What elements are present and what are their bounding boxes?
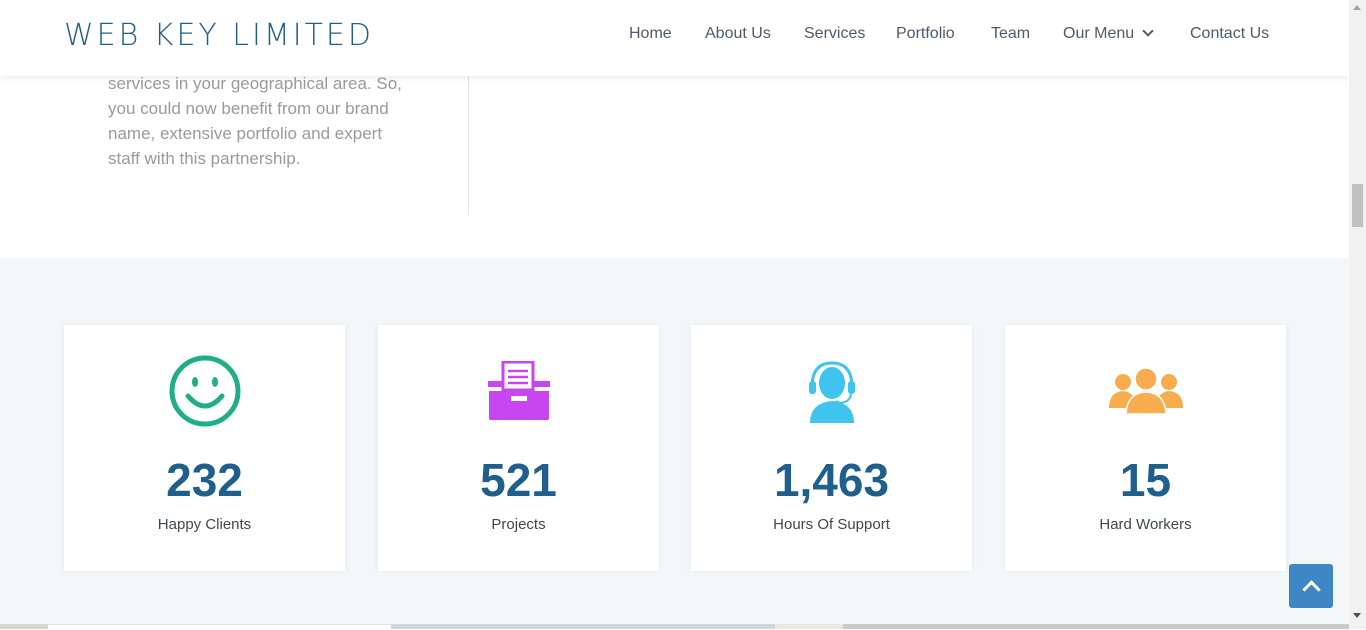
nav-portfolio[interactable]: Portfolio [896,25,955,43]
folder-icon [378,353,659,429]
nav-our-menu[interactable]: Our Menu [1063,25,1154,43]
counter-label: Hours Of Support [773,516,890,533]
about-paragraph: services in your geographical area. So, … [108,71,418,171]
nav-about-us[interactable]: About Us [705,25,771,43]
counter-number: 1,463 [773,454,890,506]
main-nav: Home About Us Services Portfolio Team Ou… [0,25,1349,49]
counter-label: Happy Clients [157,516,252,533]
about-line: name, extensive portfolio and expert [108,124,383,143]
column-divider [468,60,469,215]
next-section-image [0,624,48,629]
site-header: WEB KEY LIMITED Home About Us Services P… [0,0,1349,76]
team-icon [1005,353,1286,429]
next-section-image [775,624,843,629]
counter-label: Projects [491,516,546,533]
nav-team[interactable]: Team [991,25,1030,43]
counter-number: 521 [480,454,557,506]
nav-services[interactable]: Services [804,25,865,43]
chevron-down-icon [1142,25,1154,37]
counter-card-happy-clients: 232 Happy Clients [64,325,345,571]
about-line: staff with this partnership. [108,149,301,168]
counter-number: 15 [1119,454,1172,506]
nav-home[interactable]: Home [629,25,672,43]
counter-card-hours-of-support: 1,463 Hours Of Support [691,325,972,571]
counters-section: 232 Happy Clients 521 Projects 1,463 Hou… [0,258,1349,629]
smiley-face-icon [64,353,345,429]
about-line: you could now benefit from our brand [108,99,389,118]
nav-contact-us[interactable]: Contact Us [1190,25,1269,43]
counter-card-projects: 521 Projects [378,325,659,571]
scrollbar-thumb[interactable] [1352,184,1363,227]
chevron-up-icon [1301,579,1321,599]
counter-card-hard-workers: 15 Hard Workers [1005,325,1286,571]
scroll-down-arrow-icon[interactable] [1353,613,1361,618]
next-section-image [48,624,391,630]
next-section-image [843,624,1349,629]
scroll-up-arrow-icon[interactable] [1353,5,1361,10]
counter-number: 232 [166,454,243,506]
back-to-top-button[interactable] [1289,564,1333,608]
nav-our-menu-label: Our Menu [1063,25,1135,42]
support-agent-icon [691,353,972,429]
page-scrollbar[interactable] [1349,0,1366,629]
counter-label: Hard Workers [1099,516,1192,533]
next-section-image [391,624,775,629]
